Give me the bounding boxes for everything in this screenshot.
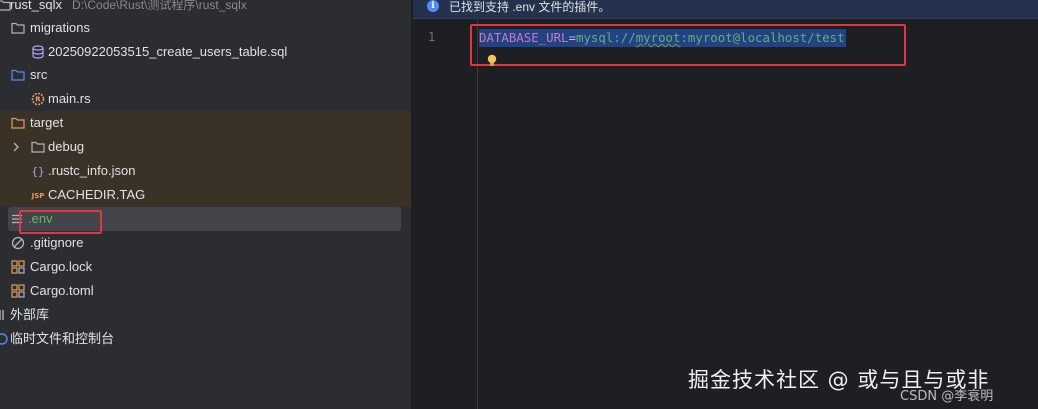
folder-icon — [30, 139, 46, 155]
tree-root-label: rust_sqlx D:\Code\Rust\测试程序\rust_sqlx — [10, 0, 247, 12]
tree-item-env[interactable]: .env — [0, 207, 411, 231]
text-file-icon — [9, 211, 25, 227]
editor-gutter — [413, 19, 477, 409]
svg-text:{}: {} — [31, 165, 44, 178]
database-file-icon — [30, 44, 46, 60]
folder-excluded-icon — [10, 115, 26, 131]
code-line-1[interactable]: DATABASE_URL=mysql://myroot:myroot@local… — [479, 29, 846, 47]
tree-item-cachedir[interactable]: JSP CACHEDIR.TAG — [0, 183, 411, 207]
cargo-file-icon — [10, 259, 26, 275]
json-file-icon: {} — [30, 163, 46, 179]
library-icon — [0, 307, 10, 323]
tree-item-sql-file[interactable]: 20250922053515_create_users_table.sql — [0, 40, 411, 64]
tree-item-gitignore[interactable]: .gitignore — [0, 231, 411, 255]
gutter-separator — [477, 19, 478, 409]
tree-item-debug[interactable]: debug — [0, 135, 411, 159]
plugin-notification-banner[interactable]: i 已找到支持 .env 文件的插件。 — [413, 0, 1038, 19]
project-tree-panel: rust_sqlx D:\Code\Rust\测试程序\rust_sqlx mig… — [0, 0, 411, 409]
tree-item-scratches[interactable]: 临时文件和控制台 — [0, 327, 411, 351]
ignore-file-icon — [10, 235, 26, 251]
tree-item-target[interactable]: target — [0, 111, 411, 135]
line-number: 1 — [428, 30, 436, 44]
watermark-secondary: CSDN @李衰明 — [900, 389, 994, 404]
chevron-right-icon[interactable] — [10, 141, 22, 153]
cargo-file-icon — [10, 283, 26, 299]
tree-item-main-rs[interactable]: R main.rs — [0, 87, 411, 111]
tree-item-rustc-info[interactable]: {} .rustc_info.json — [0, 159, 411, 183]
env-equals: = — [568, 30, 576, 45]
info-icon: i — [427, 0, 439, 12]
typo-underline: myroot — [635, 30, 681, 45]
svg-text:R: R — [35, 96, 41, 104]
tree-item-external-libraries[interactable]: 外部库 — [0, 303, 411, 327]
tree-item-cargo-toml[interactable]: Cargo.toml — [0, 279, 411, 303]
env-key: DATABASE_URL — [479, 30, 569, 45]
folder-icon — [10, 20, 26, 36]
env-value: mysql://myroot:myroot@localhost/test — [576, 30, 845, 45]
rust-file-icon: R — [30, 91, 46, 107]
tree-root-row[interactable]: rust_sqlx D:\Code\Rust\测试程序\rust_sqlx — [0, 0, 411, 17]
tree-item-cargo-lock[interactable]: Cargo.lock — [0, 255, 411, 279]
svg-text:JSP: JSP — [31, 192, 45, 200]
jsp-file-icon: JSP — [30, 187, 46, 203]
tree-item-src[interactable]: src — [0, 63, 411, 87]
scratch-icon — [0, 331, 10, 347]
banner-text: 已找到支持 .env 文件的插件。 — [449, 0, 611, 14]
source-folder-icon — [10, 67, 26, 83]
tree-item-migrations[interactable]: migrations — [0, 16, 411, 40]
lightbulb-icon[interactable] — [486, 54, 498, 68]
